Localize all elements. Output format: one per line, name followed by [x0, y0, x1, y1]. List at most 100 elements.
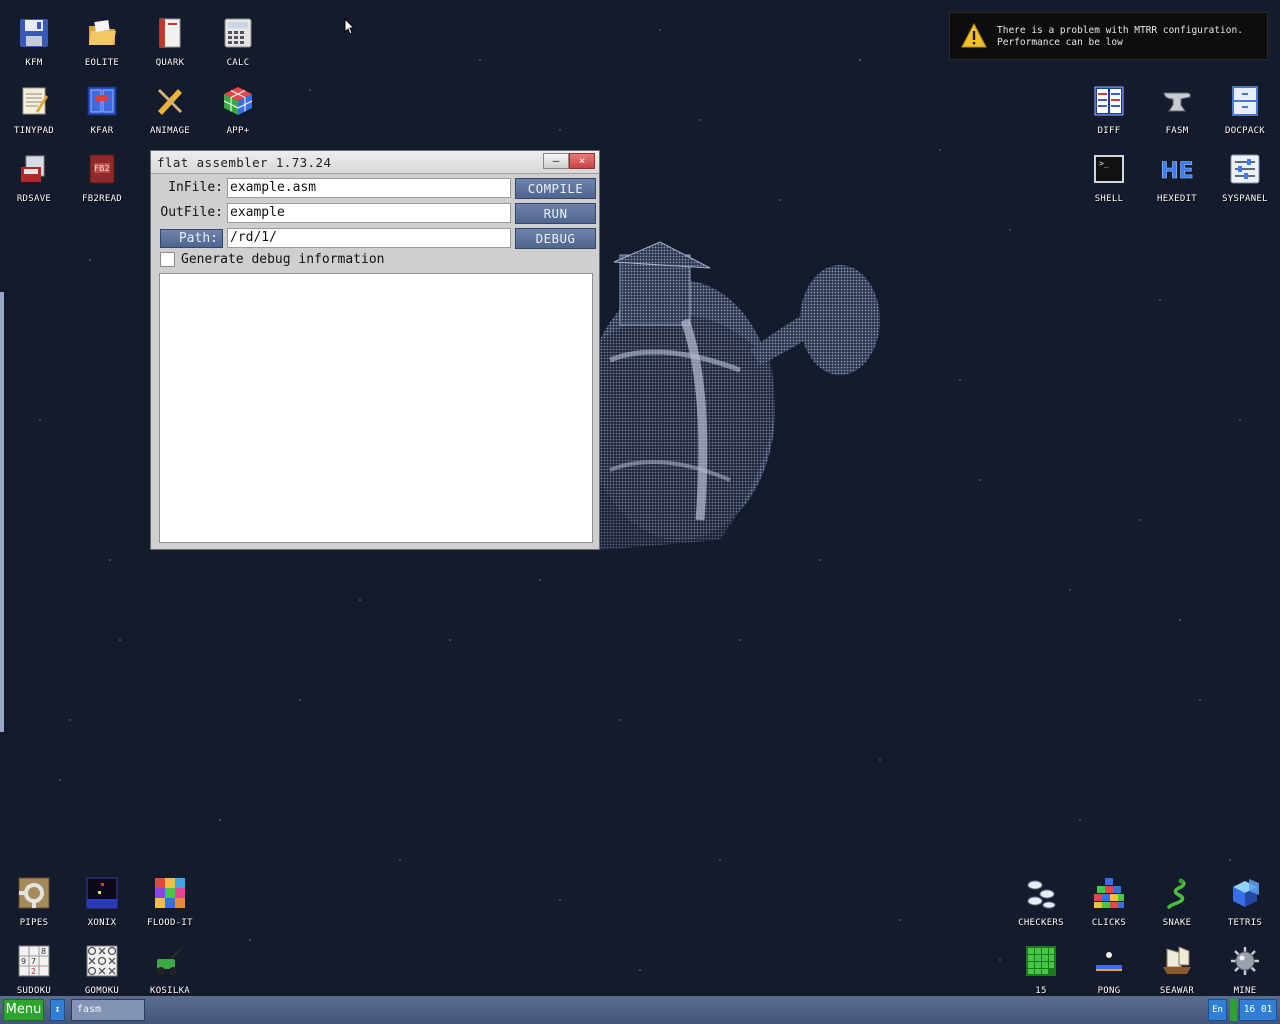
- sudoku-grid-icon: 8 972: [16, 943, 52, 979]
- checkers-pieces-icon: [1023, 875, 1059, 911]
- desktop-icon-label: FLOOD-IT: [147, 918, 193, 928]
- svg-text:HE: HE: [1160, 159, 1193, 184]
- window-title: flat assembler 1.73.24: [157, 155, 332, 170]
- desktop-icon-label: FB2READ: [81, 194, 123, 204]
- desktop-icon-app-plus[interactable]: APP+: [204, 74, 272, 142]
- desktop-icon-mine[interactable]: MINE: [1211, 934, 1279, 1002]
- lawn-mower-icon: [152, 943, 188, 979]
- compiler-output-area[interactable]: [159, 273, 593, 543]
- notification-line-2: Performance can be low: [997, 37, 1123, 48]
- desktop-icon-fasm[interactable]: FASM: [1143, 74, 1211, 142]
- sliders-icon: [1227, 151, 1263, 187]
- desktop-icon-label: APP+: [226, 126, 250, 136]
- desktop-icon-animage[interactable]: ANIMAGE: [136, 74, 204, 142]
- desktop-icon-pong[interactable]: PONG: [1075, 934, 1143, 1002]
- mtrr-warning-notification[interactable]: There is a problem with MTRR configurati…: [949, 12, 1268, 60]
- desktop-icon-pipes[interactable]: PIPES: [0, 866, 68, 934]
- desktop-icon-label: CALC: [226, 58, 250, 68]
- save-disk-icon: [16, 151, 52, 187]
- warning-icon: [961, 23, 987, 48]
- desktop-icon-kfar[interactable]: KFAR: [68, 74, 136, 142]
- desktop-icon-flood-it[interactable]: FLOOD-IT: [136, 866, 204, 934]
- start-menu-button[interactable]: Menu: [3, 999, 44, 1021]
- fb2-book-icon: FB2: [84, 151, 120, 187]
- floppy-disk-icon: [16, 15, 52, 51]
- desktop-icon-rdsave[interactable]: RDSAVE: [0, 142, 68, 210]
- infile-input[interactable]: example.asm: [227, 178, 511, 198]
- tree-house-wallpaper-art: [600, 241, 880, 550]
- svg-text:>_: >_: [1099, 159, 1109, 168]
- run-button[interactable]: RUN: [515, 203, 596, 224]
- diff-compare-icon: [1091, 83, 1127, 119]
- pencil-brush-icon: [152, 83, 188, 119]
- archive-icon: [84, 83, 120, 119]
- desktop-icon-fb2read[interactable]: FB2 FB2READ: [68, 142, 136, 210]
- desktop-icon-sudoku[interactable]: 8972 SUDOKU: [0, 934, 68, 1002]
- snake-icon: [1159, 875, 1195, 911]
- fasm-window[interactable]: flat assembler 1.73.24 – × InFile: examp…: [150, 150, 600, 550]
- notification-text: There is a problem with MTRR configurati…: [997, 25, 1243, 49]
- desktop-icon-snake[interactable]: SNAKE: [1143, 866, 1211, 934]
- tetris-block-icon: [1227, 875, 1263, 911]
- desktop-icon-shell[interactable]: >_ SHELL: [1075, 142, 1143, 210]
- svg-text:FB2: FB2: [94, 164, 109, 173]
- svg-text:7: 7: [31, 957, 36, 966]
- compile-button[interactable]: COMPILE: [515, 178, 596, 199]
- desktop-icon-tetris[interactable]: TETRIS: [1211, 866, 1279, 934]
- svg-text:8: 8: [41, 947, 46, 956]
- debug-button[interactable]: DEBUG: [515, 228, 596, 249]
- outfile-input[interactable]: example: [227, 203, 511, 223]
- debug-info-checkbox[interactable]: [160, 252, 175, 267]
- svg-text:9: 9: [21, 957, 26, 966]
- naval-mine-icon: [1227, 943, 1263, 979]
- terminal-icon: >_: [1091, 151, 1127, 187]
- mouse-cursor-icon: [344, 18, 356, 35]
- left-panel-edge[interactable]: [0, 292, 4, 732]
- path-button[interactable]: Path:: [160, 229, 223, 248]
- close-button[interactable]: ×: [569, 153, 595, 169]
- desktop-icon-hexedit[interactable]: HE HEXEDIT: [1143, 142, 1211, 210]
- path-input[interactable]: /rd/1/: [227, 228, 511, 248]
- window-titlebar[interactable]: flat assembler 1.73.24 – ×: [151, 151, 599, 174]
- debug-info-checkbox-label[interactable]: Generate debug information: [181, 252, 385, 267]
- taskbar: Menu ↕ fasm En 16 01: [0, 996, 1280, 1024]
- minimize-button[interactable]: –: [543, 153, 569, 169]
- anvil-icon: [1159, 83, 1195, 119]
- book-icon: [152, 15, 188, 51]
- notepad-icon: [16, 83, 52, 119]
- svg-text:2: 2: [31, 967, 36, 976]
- desktop-icon-tinypad[interactable]: TINYPAD: [0, 74, 68, 142]
- desktop-icon-diff[interactable]: DIFF: [1075, 74, 1143, 142]
- desktop-icon-calc[interactable]: CALC: [204, 6, 272, 74]
- switch-arrows-icon[interactable]: ↕: [50, 999, 65, 1021]
- fifteen-puzzle-icon: [1023, 943, 1059, 979]
- desktop-icon-eolite[interactable]: EOLITE: [68, 6, 136, 74]
- tic-tac-toe-icon: [84, 943, 120, 979]
- color-grid-icon: [152, 875, 188, 911]
- keyboard-language-indicator[interactable]: En: [1208, 999, 1227, 1021]
- desktop-icon-xonix[interactable]: XONIX: [68, 866, 136, 934]
- folder-icon: [84, 15, 120, 51]
- desktop-icon-checkers[interactable]: CHECKERS: [1007, 866, 1075, 934]
- cabinet-icon: [1227, 83, 1263, 119]
- calculator-icon: [220, 15, 256, 51]
- desktop-icon-kosilka[interactable]: KOSILKA: [136, 934, 204, 1002]
- desktop-icon-syspanel[interactable]: SYSPANEL: [1211, 142, 1279, 210]
- clock[interactable]: 16 01: [1239, 999, 1277, 1021]
- desktop-icon-clicks[interactable]: CLICKS: [1075, 866, 1143, 934]
- desktop-icon-seawar[interactable]: SEAWAR: [1143, 934, 1211, 1002]
- outfile-label: OutFile:: [160, 205, 223, 220]
- desktop-icon-docpack[interactable]: DOCPACK: [1211, 74, 1279, 142]
- pong-paddle-icon: [1091, 943, 1127, 979]
- infile-label: InFile:: [168, 180, 223, 195]
- desktop-icon-kfm[interactable]: KFM: [0, 6, 68, 74]
- rubiks-cube-icon: [220, 83, 256, 119]
- desktop-icon-label: DOCPACK: [1224, 126, 1266, 136]
- sailing-ship-icon: [1159, 943, 1195, 979]
- notification-line-1: There is a problem with MTRR configurati…: [997, 25, 1243, 36]
- desktop-icon-15[interactable]: 15: [1007, 934, 1075, 1002]
- hex-editor-icon: HE: [1159, 151, 1195, 187]
- desktop-icon-gomoku[interactable]: GOMOKU: [68, 934, 136, 1002]
- taskbar-item-fasm[interactable]: fasm: [71, 999, 145, 1021]
- desktop-icon-quark[interactable]: QUARK: [136, 6, 204, 74]
